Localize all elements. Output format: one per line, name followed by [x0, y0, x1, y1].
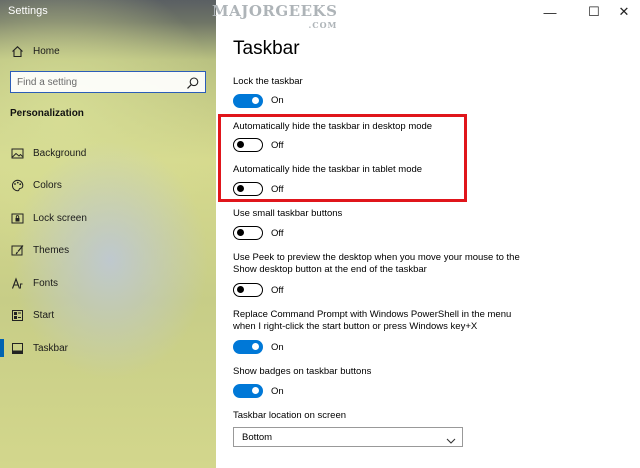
toggle-state: Off: [271, 228, 284, 239]
sidebar-item-background[interactable]: Background: [0, 144, 216, 162]
sidebar: Settings Home Personalization Background…: [0, 0, 216, 468]
sidebar-item-home[interactable]: Home: [0, 42, 216, 60]
toggle-knob: [237, 229, 244, 236]
toggle-knob: [252, 97, 259, 104]
page-title: Taskbar: [233, 38, 300, 59]
sidebar-item-label: Themes: [33, 244, 70, 256]
search-box[interactable]: [10, 71, 206, 93]
sidebar-item-label: Home: [33, 45, 60, 57]
sidebar-item-fonts[interactable]: Fonts: [0, 274, 216, 292]
setting-label: Use Peek to preview the desktop when you…: [233, 252, 520, 263]
toggle-state: On: [271, 386, 284, 397]
taskbar-location-dropdown[interactable]: Bottom: [233, 427, 463, 447]
sidebar-item-lock-screen[interactable]: Lock screen: [0, 209, 216, 227]
toggle-knob: [252, 387, 259, 394]
minimize-button[interactable]: —: [532, 2, 568, 22]
setting-label: Taskbar location on screen: [233, 410, 347, 421]
peek-toggle[interactable]: [233, 283, 263, 297]
toggle-knob: [252, 343, 259, 350]
toggle-state: On: [271, 342, 284, 353]
small-buttons-toggle[interactable]: [233, 226, 263, 240]
toggle-knob: [237, 286, 244, 293]
sidebar-item-label: Start: [33, 309, 55, 321]
sidebar-item-themes[interactable]: Themes: [0, 241, 216, 259]
palette-icon: [10, 178, 24, 192]
chevron-down-icon: [446, 433, 456, 444]
setting-label: Show desktop button at the end of the ta…: [233, 264, 427, 275]
sidebar-item-label: Fonts: [33, 277, 59, 289]
close-button[interactable]: ✕: [608, 2, 640, 22]
start-icon: [10, 308, 24, 322]
toggle-state: On: [271, 95, 284, 106]
lock-taskbar-toggle[interactable]: [233, 94, 263, 108]
home-icon: [10, 44, 24, 58]
sidebar-item-label: Colors: [33, 179, 62, 191]
badges-toggle[interactable]: [233, 384, 263, 398]
sidebar-item-label: Background: [33, 147, 87, 159]
watermark-sub: .COM: [308, 20, 338, 30]
powershell-toggle[interactable]: [233, 340, 263, 354]
picture-icon: [10, 146, 24, 160]
setting-label: Use small taskbar buttons: [233, 208, 343, 219]
sidebar-item-colors[interactable]: Colors: [0, 176, 216, 194]
setting-label: when I right-click the start button or p…: [233, 321, 478, 332]
content-pane: Taskbar Lock the taskbar On Automaticall…: [216, 0, 640, 468]
setting-label: Replace Command Prompt with Windows Powe…: [233, 309, 512, 320]
dropdown-value: Bottom: [242, 432, 273, 443]
sidebar-item-label: Taskbar: [33, 342, 69, 354]
setting-label: Lock the taskbar: [233, 76, 303, 87]
setting-label: Show badges on taskbar buttons: [233, 366, 372, 377]
taskbar-icon: [10, 341, 24, 355]
window-title: Settings: [8, 5, 48, 17]
watermark-logo: MAJORGEEKS .COM: [212, 4, 337, 32]
lock-screen-icon: [10, 211, 24, 225]
section-title: Personalization: [10, 108, 84, 119]
maximize-button[interactable]: ☐: [576, 2, 612, 22]
highlight-box: [218, 114, 467, 202]
sidebar-item-taskbar[interactable]: Taskbar: [0, 339, 216, 357]
search-icon[interactable]: [186, 76, 200, 90]
font-icon: [10, 276, 24, 290]
watermark-text: MAJORGEEKS .COM: [212, 4, 337, 32]
sidebar-item-label: Lock screen: [33, 212, 87, 224]
title-bar: Settings: [0, 0, 216, 24]
search-input[interactable]: [17, 75, 177, 89]
brush-icon: [10, 243, 24, 257]
sidebar-item-start[interactable]: Start: [0, 306, 216, 324]
toggle-state: Off: [271, 285, 284, 296]
